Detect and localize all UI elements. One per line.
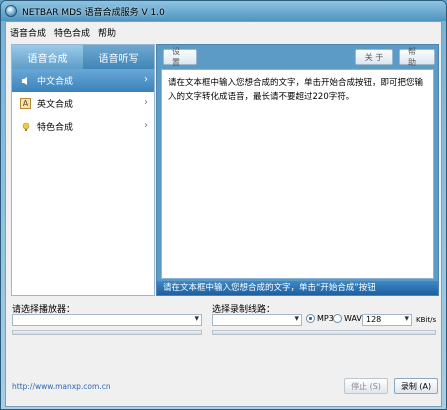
menu-item-help[interactable]: 帮助 (98, 26, 116, 39)
sidebar-item-chinese-synthesis[interactable]: 中文合成 › (12, 69, 154, 92)
window-title: NETBAR MDS 语音合成服务 V 1.0 (22, 7, 165, 18)
chevron-down-icon: ▾ (194, 314, 199, 324)
sidebar-item-label: 英文合成 (37, 100, 74, 110)
settings-button[interactable]: 设 置 (163, 47, 197, 67)
sidebar-item-label: 中文合成 (37, 77, 74, 87)
sidebar-tabs: 语音合成 语音听写 (12, 45, 154, 69)
speaker-icon (20, 75, 31, 86)
format-wav-label: WAV (344, 314, 362, 323)
about-button[interactable]: 关 于 (355, 49, 393, 65)
record-line-select[interactable]: ▾ (212, 314, 302, 326)
bitrate-select[interactable]: 128 ▾ (362, 314, 412, 326)
app-logo-icon (5, 5, 17, 17)
record-button[interactable]: 录制 (A) (394, 378, 438, 394)
sidebar-item-special-synthesis[interactable]: 特色合成 › (12, 115, 154, 138)
chevron-right-icon: › (144, 74, 148, 85)
player-select[interactable]: ▾ (12, 314, 202, 326)
main-toolbar: 设 置 关 于 帮 助 (157, 45, 438, 69)
bottom-controls: 请选择播放器： ▾ 选择录制线路： ▾ MP3 WAV 128 ▾ KBit/s… (6, 298, 441, 406)
radio-unchecked-icon (333, 314, 342, 323)
sidebar: 语音合成 语音听写 中文合成 › A 英文合成 › 特色合成 › (11, 44, 155, 296)
tab-voice-dictation[interactable]: 语音听写 (83, 45, 154, 69)
sidebar-item-label: 特色合成 (37, 123, 74, 133)
app-window: NETBAR MDS 语音合成服务 V 1.0 语音合成 特色合成 帮助 语音合… (0, 0, 447, 410)
chevron-down-icon: ▾ (294, 314, 299, 324)
hint-bar: 请在文本框中输入您想合成的文字，单击“开始合成”按钮 (157, 281, 438, 295)
record-level-bar (212, 330, 436, 335)
bitrate-value: 128 (366, 315, 382, 324)
text-input-area[interactable]: 请在文本框中输入您想合成的文字，单击开始合成按钮，即可把您输入的文字转化成语音，… (161, 69, 434, 279)
sidebar-item-english-synthesis[interactable]: A 英文合成 › (12, 92, 154, 115)
menu-item-special-synthesis[interactable]: 特色合成 (54, 26, 90, 39)
editor-text: 请在文本框中输入您想合成的文字，单击开始合成按钮，即可把您输入的文字转化成语音，… (168, 78, 424, 102)
menu-item-voice-synthesis[interactable]: 语音合成 (10, 26, 46, 39)
format-wav-radio[interactable]: WAV (333, 314, 362, 323)
format-mp3-radio[interactable]: MP3 (306, 314, 334, 323)
bitrate-unit: KBit/s (416, 316, 437, 324)
letter-a-icon: A (20, 98, 31, 109)
title-bar: NETBAR MDS 语音合成服务 V 1.0 (1, 1, 446, 21)
hint-text: 请在文本框中输入您想合成的文字，单击“开始合成”按钮 (163, 283, 376, 293)
tab-voice-synthesis[interactable]: 语音合成 (12, 45, 83, 69)
menu-bar: 语音合成 特色合成 帮助 (6, 22, 441, 42)
chevron-down-icon: ▾ (404, 314, 409, 324)
radio-checked-icon (306, 314, 315, 323)
chevron-right-icon: › (144, 120, 148, 131)
client-area: 语音合成 特色合成 帮助 语音合成 语音听写 中文合成 › A 英文合成 › 特… (5, 21, 442, 407)
player-level-bar (12, 330, 202, 335)
chevron-right-icon: › (144, 97, 148, 108)
main-panel: 设 置 关 于 帮 助 请在文本框中输入您想合成的文字，单击开始合成按钮，即可把… (156, 44, 439, 296)
format-mp3-label: MP3 (317, 314, 334, 323)
website-link[interactable]: http://www.manxp.com.cn (12, 382, 111, 391)
bulb-icon (20, 121, 31, 132)
help-button[interactable]: 帮 助 (399, 47, 435, 67)
stop-button[interactable]: 停止 (S) (344, 378, 388, 394)
